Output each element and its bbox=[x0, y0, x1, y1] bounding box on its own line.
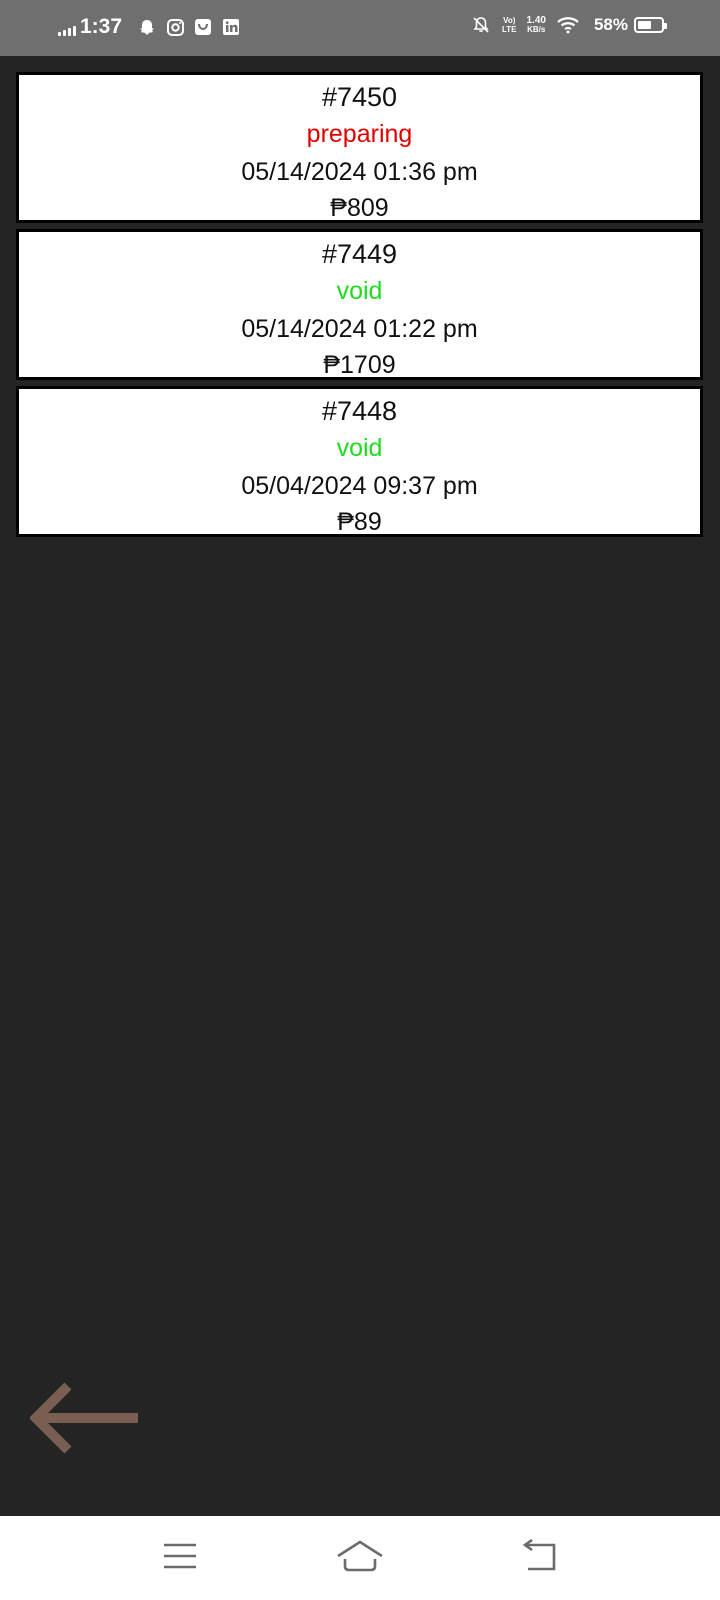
nav-back-button[interactable] bbox=[515, 1536, 565, 1576]
battery-fill bbox=[638, 21, 651, 29]
order-total: ₱809 bbox=[330, 194, 389, 222]
home-icon bbox=[337, 1540, 383, 1572]
order-status: void bbox=[336, 277, 383, 305]
order-card[interactable]: #7449 void 05/14/2024 01:22 pm ₱1709 bbox=[16, 229, 703, 380]
order-total: ₱1709 bbox=[323, 351, 396, 379]
navigation-bar bbox=[0, 1516, 720, 1600]
order-card[interactable]: #7450 preparing 05/14/2024 01:36 pm ₱809 bbox=[16, 72, 703, 223]
order-number: #7448 bbox=[321, 396, 398, 426]
order-date: 05/04/2024 09:37 pm bbox=[241, 472, 478, 500]
wifi-icon bbox=[556, 16, 580, 34]
status-bar-right: Vo) LTE 1.40 KB/s 58% bbox=[472, 15, 667, 35]
order-number: #7449 bbox=[321, 239, 398, 269]
volte-label: Vo) bbox=[503, 16, 516, 25]
network-speed-unit: KB/s bbox=[527, 25, 546, 34]
battery-percent: 58% bbox=[593, 15, 628, 34]
instagram-icon bbox=[166, 18, 184, 36]
order-status: preparing bbox=[306, 120, 413, 148]
lte-label: LTE bbox=[501, 25, 517, 34]
arrow-left-icon bbox=[28, 1382, 138, 1454]
network-speed-value: 1.40 bbox=[526, 15, 546, 26]
status-bar-left: 1:37 bbox=[58, 15, 250, 39]
linkedin-icon bbox=[222, 18, 240, 36]
menu-icon bbox=[164, 1543, 196, 1569]
notifications-muted-icon bbox=[472, 16, 490, 34]
order-total: ₱89 bbox=[337, 508, 382, 536]
order-number: #7450 bbox=[321, 82, 398, 112]
signal-icon bbox=[58, 24, 76, 36]
battery-icon bbox=[634, 17, 667, 33]
order-date: 05/14/2024 01:36 pm bbox=[241, 158, 478, 186]
snapchat-icon bbox=[138, 18, 156, 36]
order-card[interactable]: #7448 void 05/04/2024 09:37 pm ₱89 bbox=[16, 386, 703, 537]
order-list: #7450 preparing 05/14/2024 01:36 pm ₱809 #74… bbox=[16, 72, 703, 543]
nav-menu-button[interactable] bbox=[155, 1536, 205, 1576]
back-arrow-button[interactable] bbox=[28, 1380, 142, 1460]
back-icon bbox=[522, 1539, 556, 1571]
order-date: 05/14/2024 01:22 pm bbox=[241, 315, 478, 343]
shopping-bag-icon bbox=[194, 18, 212, 36]
status-bar: 1:37 Vo) LTE 1.40 KB/s 58% bbox=[0, 0, 720, 56]
network-speed: 1.40 KB/s bbox=[526, 15, 546, 35]
clock: 1:37 bbox=[80, 15, 123, 38]
volte-indicator: Vo) LTE bbox=[502, 16, 517, 34]
order-status: void bbox=[336, 434, 383, 462]
nav-home-button[interactable] bbox=[335, 1536, 385, 1576]
